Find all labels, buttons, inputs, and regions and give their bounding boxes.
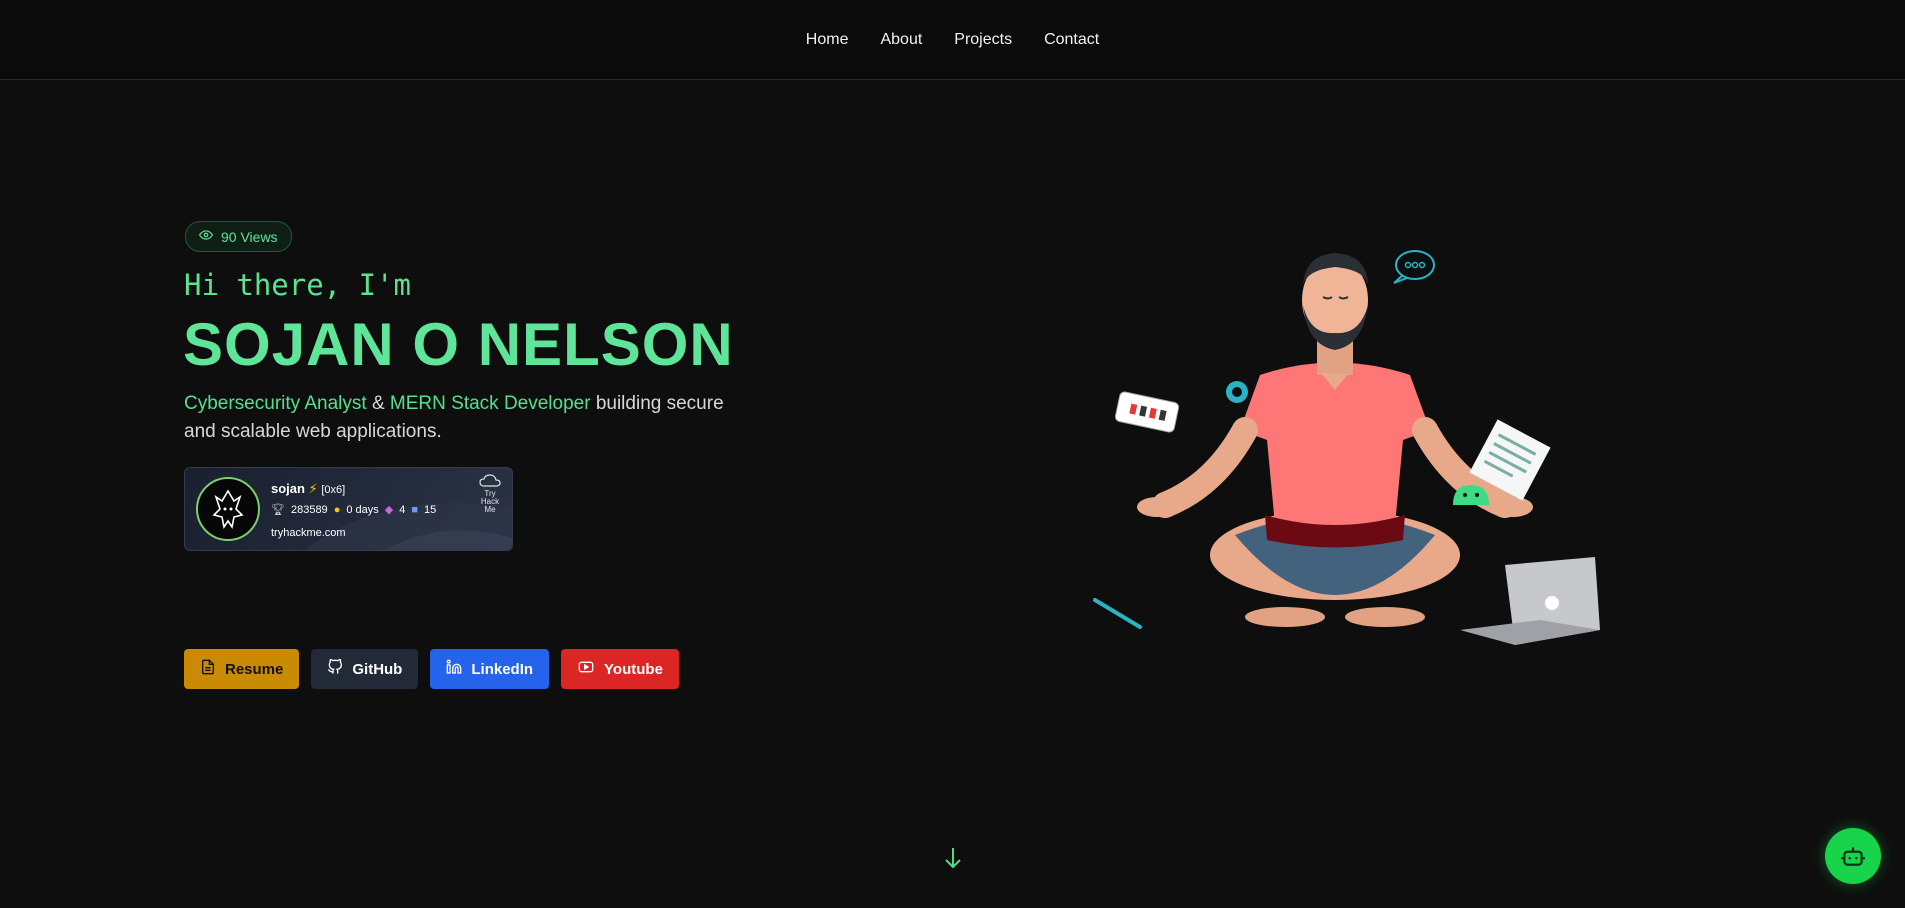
thm-user: sojan ⚡ [0x6] (271, 481, 345, 497)
cloud-icon (479, 474, 501, 487)
thm-points: 283589 (290, 503, 328, 516)
linkedin-label: LinkedIn (471, 660, 534, 678)
youtube-button[interactable]: Youtube (561, 649, 679, 689)
linkedin-icon (446, 659, 462, 679)
thm-rank: [0x6] (321, 484, 346, 496)
nav-projects[interactable]: Projects (954, 31, 1012, 49)
thm-rooms: 15 (424, 503, 437, 516)
meditating-developer-illustration (1093, 250, 1600, 645)
hacker-avatar-icon (212, 489, 244, 530)
role-cybersecurity: Cybersecurity Analyst (184, 393, 367, 414)
room-icon: ■ (411, 503, 419, 516)
chat-bubble-icon (1393, 250, 1435, 284)
youtube-icon (577, 659, 595, 679)
tryhackme-badge[interactable]: sojan ⚡ [0x6] 🏆︎ 283589 ● 0 days ◆ 4 ■ 1… (184, 467, 513, 551)
nav-contact[interactable]: Contact (1044, 31, 1099, 49)
tagline-amp: & (366, 393, 390, 414)
thm-username: sojan (271, 481, 305, 496)
youtube-label: Youtube (604, 660, 663, 678)
views-badge: 90 Views (185, 221, 292, 252)
thm-badges: 4 (399, 503, 406, 516)
views-count: 90 Views (221, 228, 278, 245)
robot-badge-icon (1226, 381, 1248, 403)
phone-icon (1114, 391, 1180, 433)
nav-about[interactable]: About (880, 31, 922, 49)
badge-icon: ◆ (384, 504, 394, 516)
chatbot-button[interactable] (1825, 828, 1881, 884)
laptop-icon (1460, 557, 1600, 645)
tryhackme-logo: Try Hack Me (476, 474, 504, 514)
eye-icon (198, 228, 214, 245)
scroll-down-arrow[interactable] (943, 846, 963, 875)
arrow-down-icon (945, 848, 961, 869)
resume-button[interactable]: Resume (184, 649, 300, 689)
github-label: GitHub (352, 660, 403, 678)
avatar (196, 477, 260, 541)
resume-label: Resume (225, 660, 284, 678)
thm-stats: 🏆︎ 283589 ● 0 days ◆ 4 ■ 15 (271, 503, 437, 517)
github-button[interactable]: GitHub (311, 649, 419, 689)
top-navbar: Home About Projects Contact (0, 0, 1905, 80)
tryhackme-logo-text: Try Hack Me (480, 489, 500, 514)
robot-icon (1841, 847, 1865, 866)
nav-home[interactable]: Home (806, 31, 849, 49)
file-icon (200, 659, 216, 679)
hero-name: SOJAN O NELSON (183, 311, 734, 378)
action-buttons: Resume GitHub LinkedIn Youtube (184, 649, 679, 689)
thm-site: tryhackme.com (271, 527, 346, 539)
fire-icon: ● (333, 503, 341, 516)
thm-streak: 0 days (346, 503, 379, 516)
trophy-icon: 🏆︎ (271, 504, 285, 516)
hero-tagline: Cybersecurity Analyst & MERN Stack Devel… (184, 390, 724, 446)
role-mern: MERN Stack Developer (389, 393, 591, 414)
linkedin-button[interactable]: LinkedIn (430, 649, 550, 689)
lightning-icon: ⚡ (308, 481, 318, 496)
github-icon (327, 658, 343, 679)
greeting: Hi there, I'm (184, 268, 411, 302)
pen-icon (1093, 598, 1142, 629)
